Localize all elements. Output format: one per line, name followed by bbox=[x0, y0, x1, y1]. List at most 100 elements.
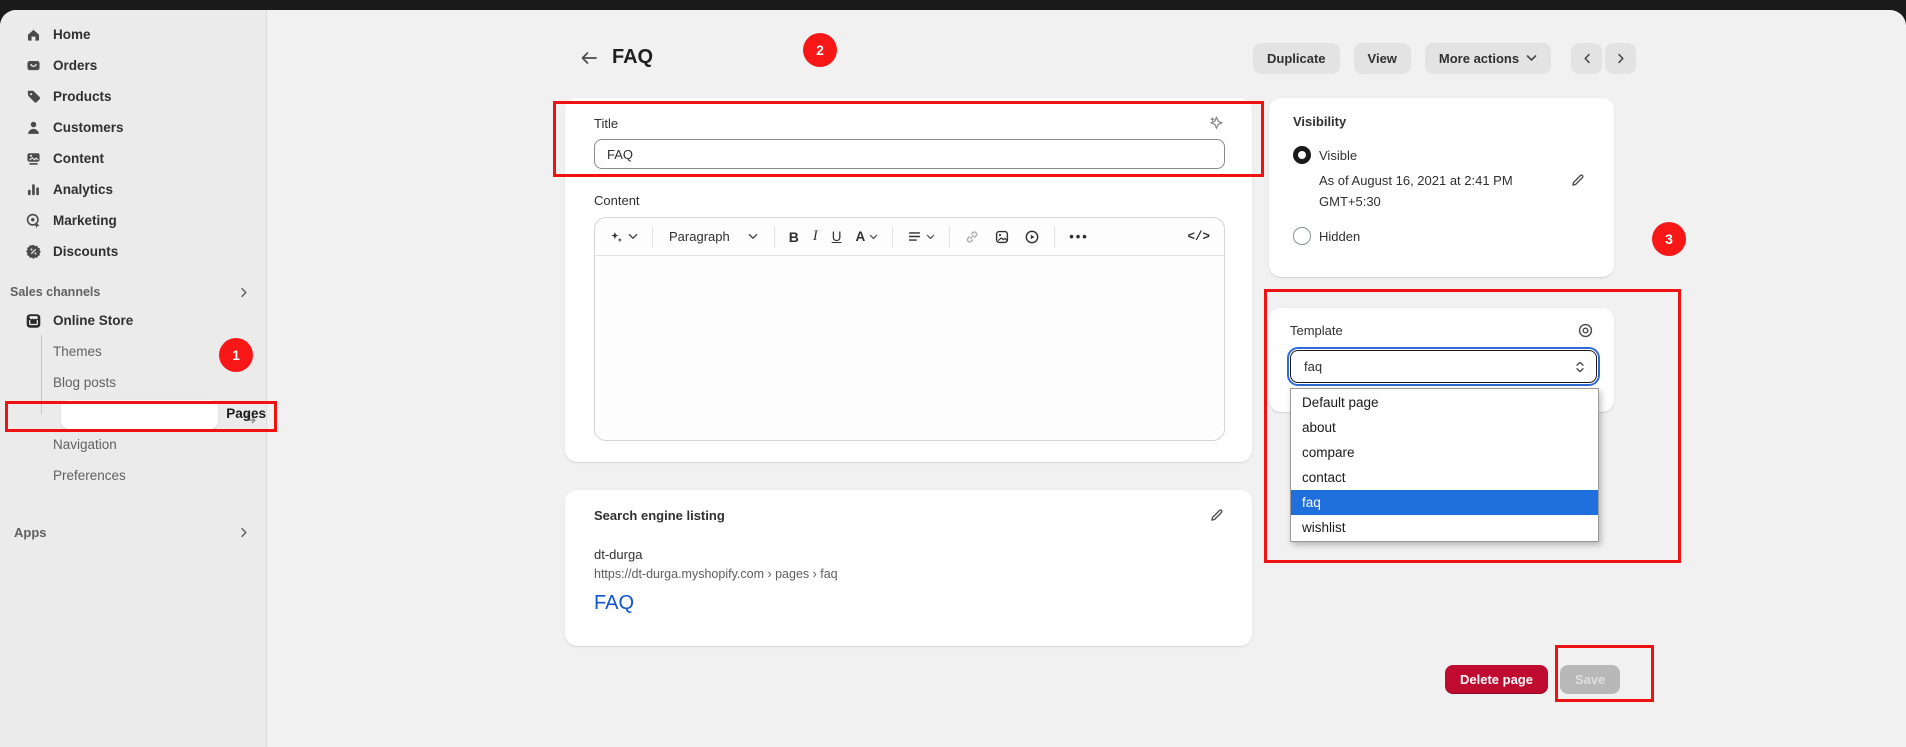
italic-button[interactable]: I bbox=[811, 225, 820, 248]
visibility-timestamp: As of August 16, 2021 at 2:41 PM GMT+5:3… bbox=[1319, 170, 1513, 212]
sidebar-item-themes[interactable]: Themes bbox=[0, 336, 266, 367]
chevron-down-icon bbox=[926, 234, 935, 240]
edit-pencil-icon[interactable] bbox=[1570, 172, 1586, 212]
play-circle-icon bbox=[1024, 229, 1040, 245]
sidebar-item-label: Online Store bbox=[53, 313, 133, 328]
dropdown-option-default-page[interactable]: Default page bbox=[1291, 390, 1598, 415]
show-html-button[interactable]: </> bbox=[1185, 227, 1212, 247]
toolbar-divider bbox=[774, 226, 775, 248]
seo-page-link[interactable]: FAQ bbox=[594, 592, 634, 615]
sidebar-item-navigation[interactable]: Navigation bbox=[0, 429, 266, 460]
sidebar-item-online-store[interactable]: Online Store bbox=[0, 305, 266, 336]
insert-link-button[interactable] bbox=[962, 226, 982, 248]
dropdown-option-wishlist[interactable]: wishlist bbox=[1291, 515, 1598, 540]
page-title: FAQ bbox=[612, 46, 653, 69]
dropdown-option-about[interactable]: about bbox=[1291, 415, 1598, 440]
chevron-left-icon bbox=[1583, 53, 1591, 64]
ai-magic-button[interactable] bbox=[607, 226, 640, 247]
apps-label: Apps bbox=[14, 525, 47, 540]
insert-video-button[interactable] bbox=[1022, 226, 1042, 248]
sidebar-item-label: Home bbox=[53, 27, 91, 42]
template-select[interactable]: faq bbox=[1290, 350, 1597, 383]
sidebar-section-apps[interactable]: Apps bbox=[0, 517, 266, 547]
sidebar-item-products[interactable]: Products bbox=[0, 81, 266, 112]
toolbar-divider bbox=[652, 226, 653, 248]
view-label: View bbox=[1368, 51, 1397, 66]
sidebar-item-label: Orders bbox=[53, 58, 97, 73]
sidebar-item-label: Themes bbox=[53, 344, 102, 359]
discount-badge-icon bbox=[25, 243, 42, 260]
sidebar-item-orders[interactable]: Orders bbox=[0, 50, 266, 81]
sidebar-item-label: Products bbox=[53, 89, 112, 104]
rich-text-editor: Paragraph B I U A bbox=[594, 217, 1225, 441]
sidebar-item-marketing[interactable]: Marketing bbox=[0, 205, 266, 236]
chevron-down-icon bbox=[748, 233, 758, 240]
dropdown-option-contact[interactable]: contact bbox=[1291, 465, 1598, 490]
sidebar-item-home[interactable]: Home bbox=[0, 19, 266, 50]
text-color-button[interactable]: A bbox=[853, 226, 880, 247]
view-eye-icon[interactable] bbox=[1577, 322, 1594, 339]
delete-page-button[interactable]: Delete page bbox=[1445, 665, 1548, 694]
sidebar-item-label: Preferences bbox=[53, 468, 126, 483]
hidden-radio[interactable] bbox=[1293, 227, 1311, 245]
more-actions-label: More actions bbox=[1439, 51, 1519, 66]
chevron-right-icon bbox=[240, 527, 248, 538]
dropdown-option-faq[interactable]: faq bbox=[1291, 490, 1598, 515]
toolbar-divider bbox=[1054, 226, 1055, 248]
dropdown-option-compare[interactable]: compare bbox=[1291, 440, 1598, 465]
visibility-card: Visibility Visible As of August 16, 2021… bbox=[1269, 98, 1614, 277]
link-icon bbox=[964, 229, 980, 245]
more-formatting-button[interactable]: ••• bbox=[1067, 226, 1091, 247]
duplicate-label: Duplicate bbox=[1267, 51, 1326, 66]
sidebar-item-content[interactable]: Content bbox=[0, 143, 266, 174]
content-textarea[interactable] bbox=[595, 256, 1224, 440]
timestamp-line1: As of August 16, 2021 at 2:41 PM bbox=[1319, 173, 1513, 188]
edit-pencil-icon[interactable] bbox=[1209, 507, 1225, 523]
more-actions-button[interactable]: More actions bbox=[1425, 43, 1551, 73]
visibility-heading: Visibility bbox=[1293, 114, 1592, 129]
image-icon bbox=[994, 229, 1010, 245]
alignment-button[interactable] bbox=[905, 226, 937, 247]
search-engine-listing-card: Search engine listing dt-durga https://d… bbox=[565, 490, 1252, 646]
next-page-button[interactable] bbox=[1605, 43, 1636, 73]
toolbar-divider bbox=[892, 226, 893, 248]
sidebar-nav: Home Orders Products Customers bbox=[0, 19, 266, 547]
insert-image-button[interactable] bbox=[992, 226, 1012, 248]
sidebar-item-customers[interactable]: Customers bbox=[0, 112, 266, 143]
underline-button[interactable]: U bbox=[830, 226, 844, 247]
align-left-icon bbox=[907, 229, 922, 244]
sales-channels-label: Sales channels bbox=[10, 285, 100, 299]
chevron-right-icon bbox=[240, 287, 248, 298]
save-button[interactable]: Save bbox=[1560, 665, 1620, 694]
title-label: Title bbox=[594, 116, 618, 131]
magic-sparkle-icon bbox=[609, 229, 624, 244]
duplicate-button[interactable]: Duplicate bbox=[1253, 43, 1340, 73]
previous-page-button[interactable] bbox=[1571, 43, 1602, 73]
hidden-label: Hidden bbox=[1319, 229, 1360, 244]
content-icon bbox=[25, 150, 42, 167]
timestamp-line2: GMT+5:30 bbox=[1319, 194, 1381, 209]
online-store-icon bbox=[25, 312, 42, 329]
title-input[interactable] bbox=[594, 139, 1225, 169]
template-dropdown-list: Default page about compare contact faq w… bbox=[1290, 388, 1599, 542]
visible-radio[interactable] bbox=[1293, 146, 1311, 164]
target-icon bbox=[25, 212, 42, 229]
sidebar-item-blog-posts[interactable]: Blog posts bbox=[0, 367, 266, 398]
content-label: Content bbox=[594, 193, 1225, 208]
back-button[interactable] bbox=[577, 47, 599, 69]
template-selected-value: faq bbox=[1304, 359, 1322, 374]
sidebar-item-discounts[interactable]: Discounts bbox=[0, 236, 266, 267]
sidebar-item-label: Customers bbox=[53, 120, 124, 135]
text-color-label: A bbox=[855, 229, 865, 244]
sidebar-item-label: Marketing bbox=[53, 213, 117, 228]
paragraph-style-dropdown[interactable]: Paragraph bbox=[665, 229, 762, 244]
bold-button[interactable]: B bbox=[787, 226, 801, 248]
view-button[interactable]: View bbox=[1354, 43, 1411, 73]
sidebar-item-preferences[interactable]: Preferences bbox=[0, 460, 266, 491]
toolbar-divider bbox=[949, 226, 950, 248]
magic-sparkle-icon[interactable] bbox=[1208, 115, 1225, 132]
sidebar-section-sales-channels[interactable]: Sales channels bbox=[0, 279, 266, 305]
sidebar-item-analytics[interactable]: Analytics bbox=[0, 174, 266, 205]
sidebar-item-pages[interactable]: Pages bbox=[0, 398, 266, 429]
sidebar: Home Orders Products Customers bbox=[0, 10, 267, 747]
